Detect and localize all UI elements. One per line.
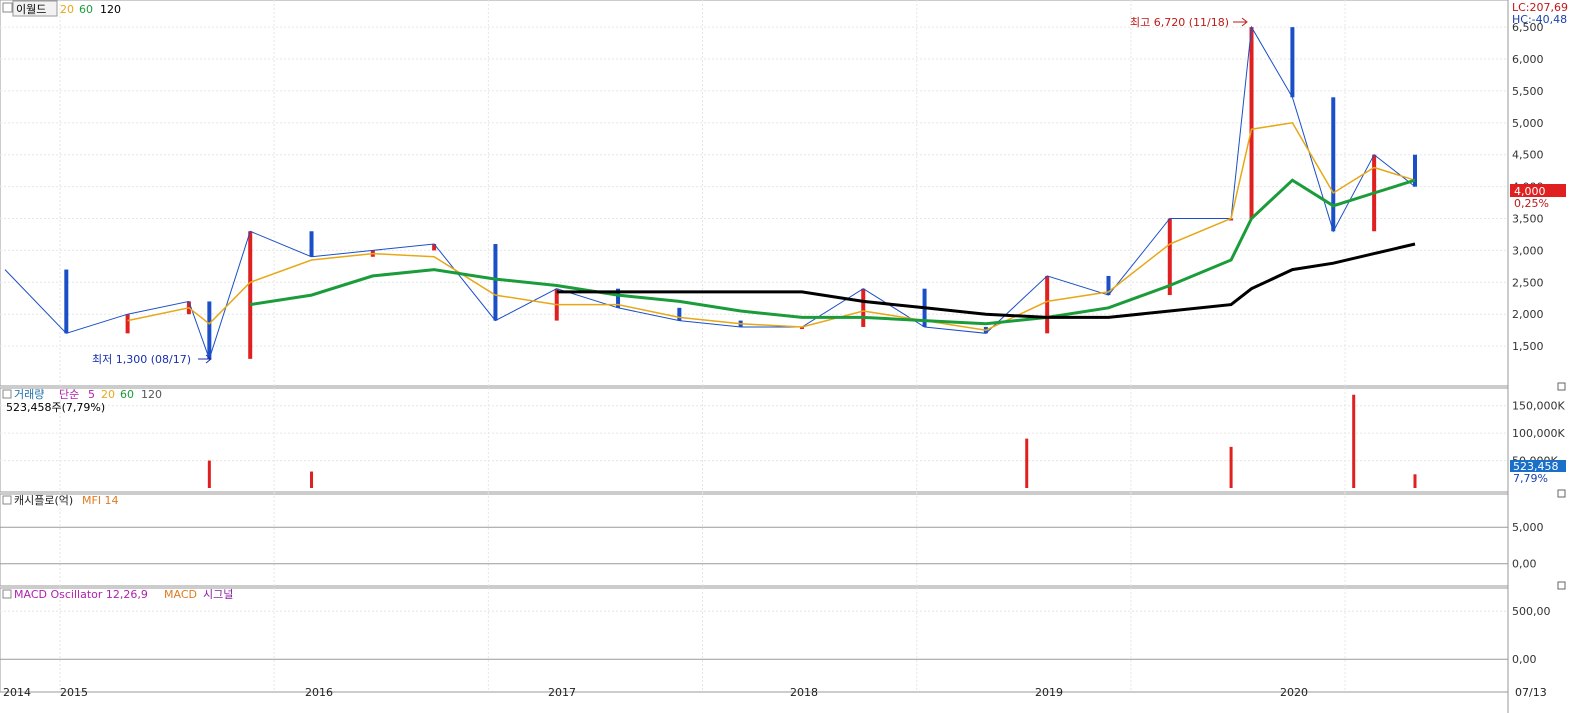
mfi-toggle-icon[interactable] [2, 495, 12, 505]
price-candle [1249, 27, 1254, 219]
macd-title-macd: MACD [164, 588, 197, 601]
price-tick-label: 4,500 [1512, 149, 1544, 162]
time-tick-label: 2016 [305, 686, 333, 699]
ma20-line [127, 121, 1416, 331]
price-candle [861, 288, 866, 327]
volume-ma-20: 20 [101, 388, 115, 401]
mfi-title-mfi: MFI 14 [82, 494, 119, 507]
ma-label-20: 20 [60, 3, 74, 16]
current-change-label: 0,25% [1514, 197, 1549, 210]
mfi-panel-frame [0, 493, 1509, 587]
volume-current-pct: 7,79% [1513, 472, 1548, 485]
volume-ma-type: 단순 [59, 388, 79, 401]
macd-title-signal: 시그널 [203, 588, 233, 601]
volume-panel-frame [0, 387, 1509, 493]
mfi-tick-label: 5,000 [1512, 521, 1544, 534]
volume-bar [1229, 446, 1233, 488]
max-annotation: 최고 6,720 (11/18) [1130, 16, 1229, 29]
volume-bar [207, 460, 211, 488]
price-candle [677, 307, 682, 321]
macd-panel-frame [0, 587, 1509, 693]
ma120-line [556, 242, 1416, 319]
volume-tick-label: 100,000K [1512, 427, 1565, 440]
time-tick-label: 07/13 [1515, 686, 1547, 699]
volume-ma-60: 60 [120, 388, 134, 401]
time-tick-label: 2015 [60, 686, 88, 699]
max-arrow-icon [1233, 17, 1248, 27]
price-series-group [4, 25, 1417, 361]
price-tick-label: 5,500 [1512, 85, 1544, 98]
macd-close-icon[interactable] [1557, 581, 1566, 590]
price-tick-label: 3,000 [1512, 244, 1544, 257]
price-tick-label: 1,500 [1512, 340, 1544, 353]
macd-title-osc: MACD Oscillator 12,26,9 [14, 588, 148, 601]
price-candle [493, 244, 498, 321]
price-tick-label: 6,000 [1512, 53, 1544, 66]
stock-chart: 1,5002,0002,5003,0003,5004,0004,5005,000… [0, 0, 1590, 713]
price-candle [64, 269, 69, 334]
volume-title: 거래량 [14, 388, 44, 401]
panel-toggle-icon[interactable] [2, 2, 13, 13]
time-tick-label: 2018 [790, 686, 818, 699]
time-tick-label: 2014 [3, 686, 31, 699]
volume-ma-5: 5 [88, 388, 95, 401]
indicator-panels [207, 394, 1417, 488]
price-tick-label: 2,500 [1512, 276, 1544, 289]
price-candle [207, 301, 212, 359]
price-panel-frame [0, 0, 1509, 387]
macd-toggle-icon[interactable] [2, 589, 12, 599]
volume-ma-120: 120 [141, 388, 162, 401]
ma60-line [249, 178, 1416, 326]
volume-close-icon[interactable] [1557, 382, 1566, 391]
volume-bar [1352, 394, 1356, 488]
volume-toggle-icon[interactable] [2, 389, 12, 399]
price-candle [309, 231, 314, 257]
volume-bar [1025, 438, 1029, 488]
ma-label-60: 60 [79, 3, 93, 16]
price-tick-label: 5,000 [1512, 117, 1544, 130]
hc-readout: HC:-40,48 [1512, 13, 1567, 26]
ma-label-120: 120 [100, 3, 121, 16]
volume-subtitle: 523,458주(7,79%) [6, 401, 105, 414]
mfi-close-icon[interactable] [1557, 489, 1566, 498]
price-close-line [4, 25, 1416, 361]
mfi-title-cashflow: 캐시플로(억) [14, 494, 73, 507]
price-candle [1331, 97, 1336, 232]
price-candle [1045, 275, 1050, 334]
price-candle [125, 314, 130, 334]
macd-tick-label: 500,00 [1512, 605, 1551, 618]
price-tick-label: 2,000 [1512, 308, 1544, 321]
stock-name: 이월드 [16, 3, 46, 16]
volume-bar [1413, 474, 1417, 488]
price-candle [1290, 27, 1295, 98]
min-annotation: 최저 1,300 (08/17) [92, 353, 191, 366]
mfi-tick-label: 0,00 [1512, 558, 1537, 571]
volume-bar [310, 471, 314, 488]
price-candle [248, 231, 253, 359]
volume-tick-label: 150,000K [1512, 400, 1565, 413]
time-tick-label: 2017 [548, 686, 576, 699]
time-tick-label: 2020 [1280, 686, 1308, 699]
time-tick-label: 2019 [1035, 686, 1063, 699]
macd-tick-label: 0,00 [1512, 653, 1537, 666]
price-tick-label: 3,500 [1512, 213, 1544, 226]
